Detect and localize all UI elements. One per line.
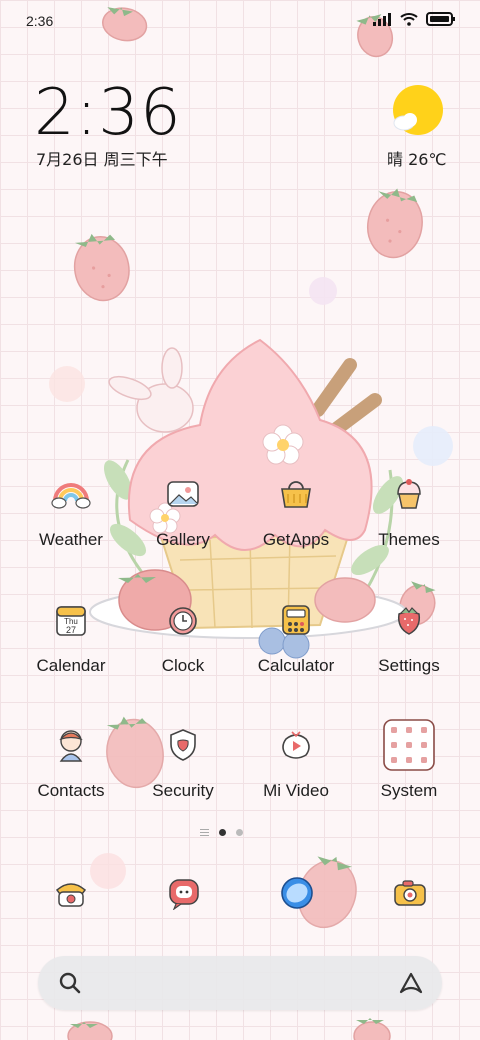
video-play-icon bbox=[276, 725, 316, 765]
app-contacts[interactable]: Contacts bbox=[15, 725, 127, 801]
search-icon[interactable] bbox=[58, 971, 82, 995]
page-dot-2[interactable] bbox=[236, 829, 243, 836]
app-label: Gallery bbox=[156, 530, 210, 549]
shopping-basket-icon bbox=[276, 474, 316, 514]
clock-widget-date: 7月26日 周三下午 bbox=[36, 150, 168, 169]
dock-phone[interactable] bbox=[51, 873, 91, 913]
app-themes[interactable]: Themes bbox=[353, 474, 465, 550]
girl-avatar-icon bbox=[51, 725, 91, 765]
app-label: Security bbox=[152, 781, 214, 800]
photo-icon bbox=[163, 474, 203, 514]
app-mi-video[interactable]: Mi Video bbox=[240, 725, 352, 801]
app-folder-system[interactable]: System bbox=[353, 718, 465, 801]
browser-globe-icon bbox=[281, 877, 313, 909]
app-label: Settings bbox=[378, 656, 440, 675]
app-getapps[interactable]: GetApps bbox=[240, 474, 352, 550]
cupcake-icon bbox=[389, 474, 429, 514]
status-bar-icons bbox=[372, 12, 456, 26]
page-dot-1[interactable] bbox=[219, 829, 226, 836]
app-security[interactable]: Security bbox=[127, 725, 239, 801]
app-label: Themes bbox=[378, 530, 440, 549]
signal-icon bbox=[373, 13, 391, 26]
app-label: Clock bbox=[161, 656, 205, 675]
status-bar-time: 2:36 bbox=[26, 13, 54, 29]
dock-messages[interactable] bbox=[164, 873, 204, 913]
app-label: Calendar bbox=[36, 656, 106, 675]
app-label: Mi Video bbox=[263, 781, 329, 800]
dock-browser[interactable] bbox=[277, 873, 317, 913]
folder-grid-icon bbox=[382, 718, 436, 772]
search-bar[interactable] bbox=[38, 956, 442, 1010]
app-label: GetApps bbox=[262, 530, 330, 549]
calendar-icon: Thu 27 bbox=[51, 600, 91, 640]
shield-icon bbox=[163, 725, 203, 765]
app-label: Contacts bbox=[37, 781, 105, 800]
app-gallery[interactable]: Gallery bbox=[127, 474, 239, 550]
clock-widget-time[interactable]: 2:36 bbox=[34, 76, 182, 150]
sunny-weather-icon[interactable] bbox=[392, 84, 446, 138]
battery-icon bbox=[426, 12, 455, 26]
calendar-date-text: 27 bbox=[66, 625, 76, 635]
app-calendar[interactable]: Thu 27 Calendar bbox=[15, 600, 127, 676]
app-clock[interactable]: Clock bbox=[127, 600, 239, 676]
home-list-icon bbox=[200, 829, 209, 836]
app-label: Calculator bbox=[257, 656, 335, 675]
strawberry-icon bbox=[389, 600, 429, 640]
wifi-icon bbox=[400, 13, 418, 26]
weather-widget-text: 晴 26℃ bbox=[387, 150, 447, 169]
calculator-icon bbox=[276, 600, 316, 640]
rainbow-icon bbox=[51, 474, 91, 514]
app-calculator[interactable]: Calculator bbox=[240, 600, 352, 676]
app-label: Weather bbox=[39, 530, 103, 549]
app-weather[interactable]: Weather bbox=[15, 474, 127, 550]
page-indicator[interactable] bbox=[200, 829, 243, 836]
telephone-icon bbox=[55, 883, 87, 907]
camera-icon bbox=[394, 880, 426, 906]
dock-camera[interactable] bbox=[390, 873, 430, 913]
app-settings[interactable]: Settings bbox=[353, 600, 465, 676]
clock-icon bbox=[163, 600, 203, 640]
app-label: System bbox=[380, 781, 438, 800]
message-bubble-icon bbox=[169, 879, 199, 910]
voice-assistant-icon[interactable] bbox=[398, 970, 424, 996]
